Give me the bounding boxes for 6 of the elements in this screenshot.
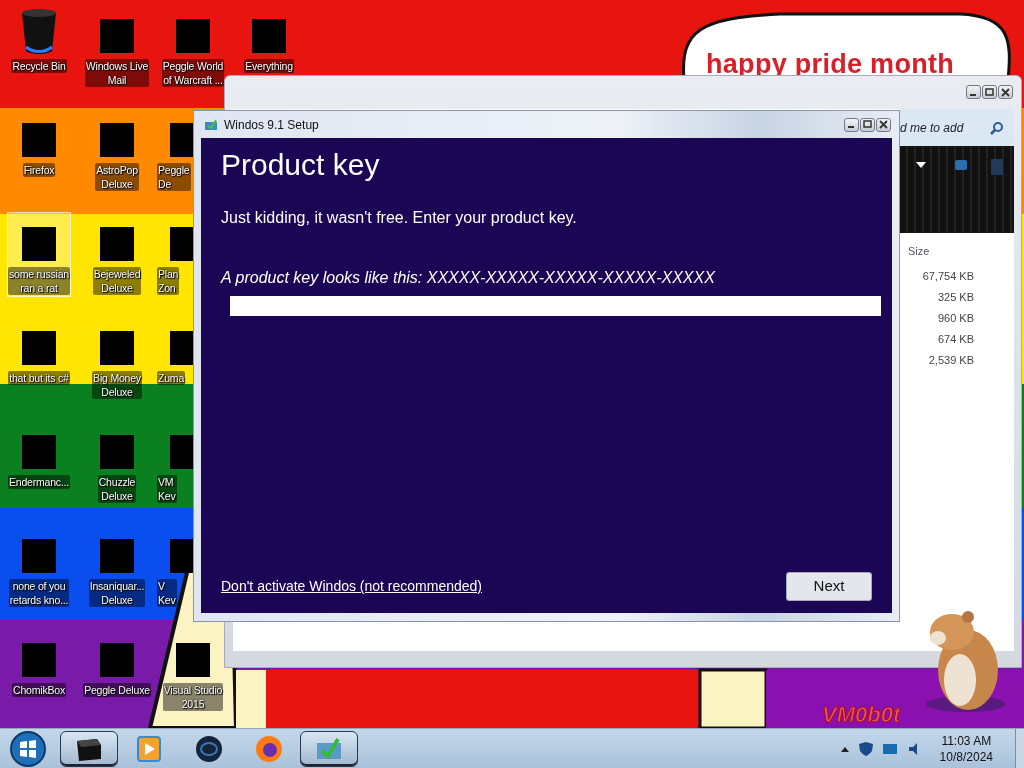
start-button[interactable] bbox=[8, 728, 48, 768]
shield-icon[interactable] bbox=[857, 740, 874, 757]
taskbar-button[interactable] bbox=[60, 730, 118, 767]
clock-date: 10/8/2024 bbox=[939, 748, 993, 765]
clock-time: 11:03 AM bbox=[940, 732, 993, 749]
taskbar-button[interactable] bbox=[300, 730, 358, 767]
